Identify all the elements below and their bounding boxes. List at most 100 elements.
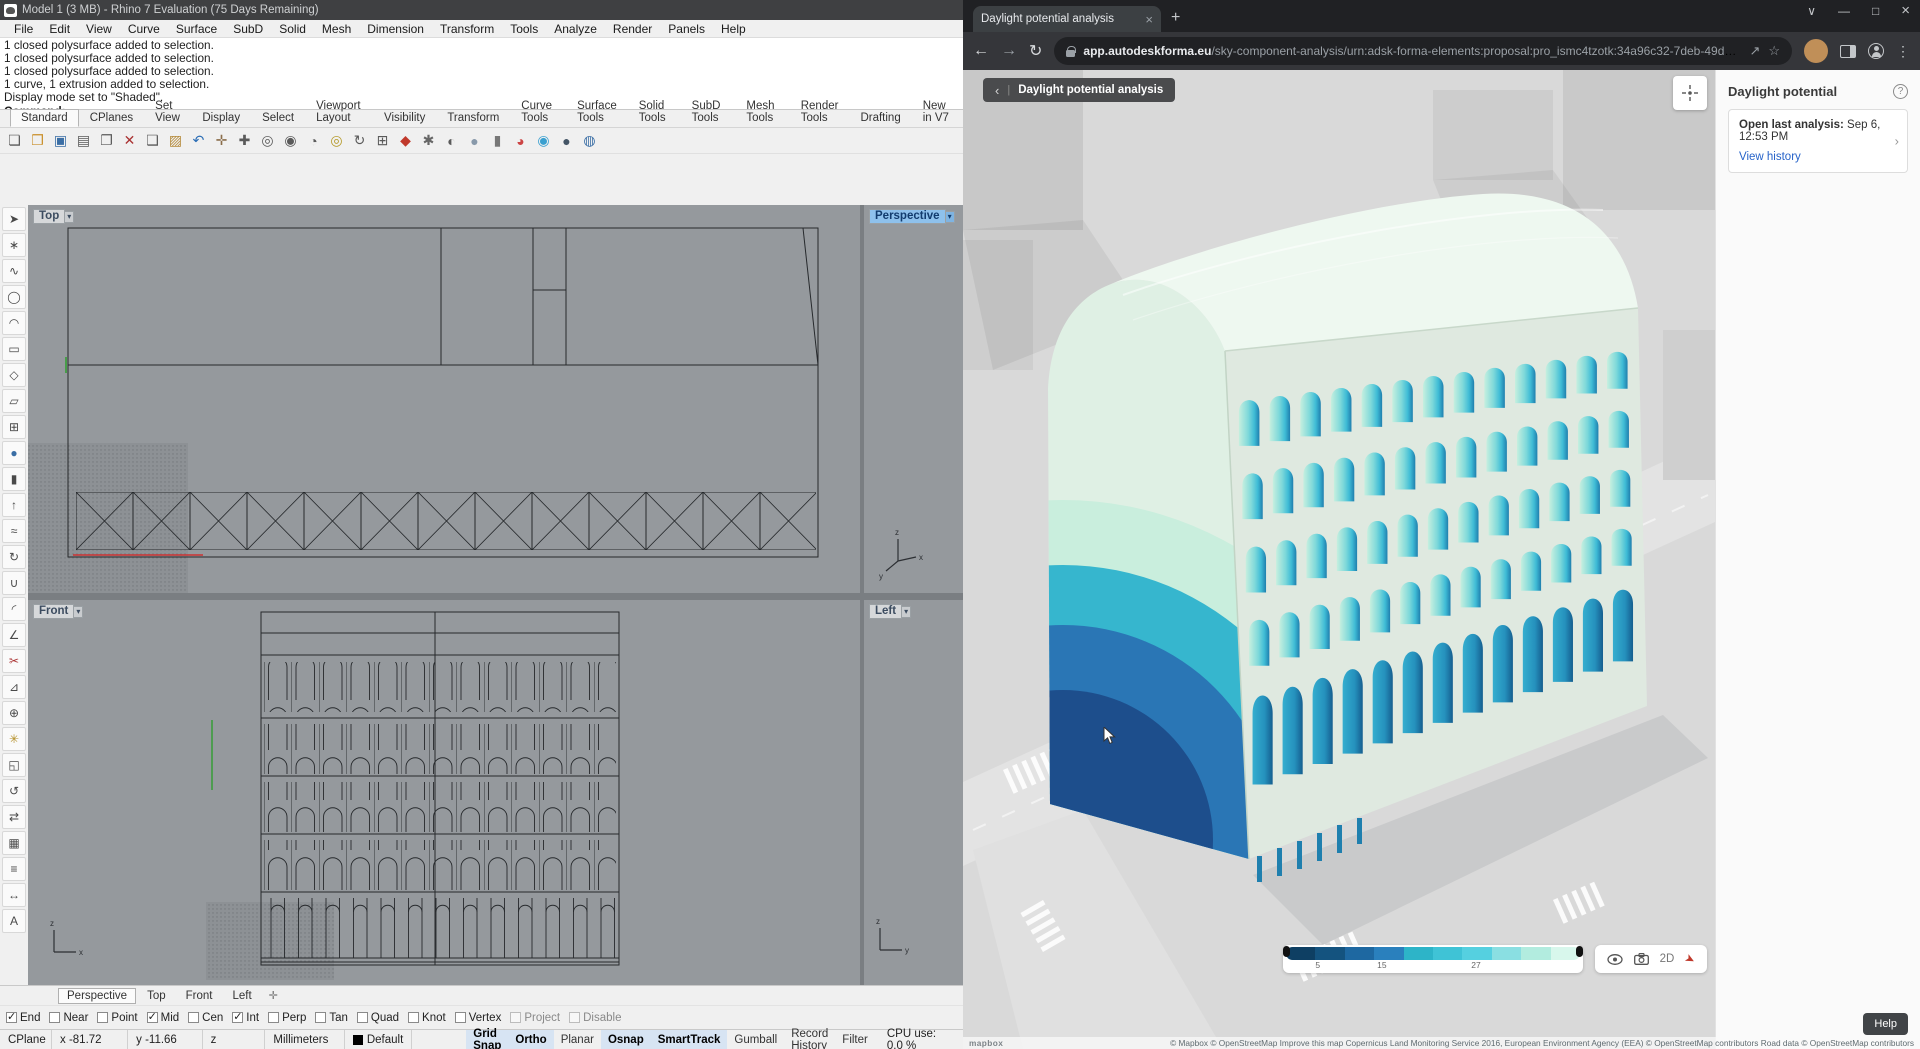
osnap-checkbox[interactable]: Point: [97, 1012, 137, 1024]
toolbar-tab[interactable]: New in V7: [912, 97, 963, 127]
side-panel-icon[interactable]: [1840, 45, 1856, 58]
menu-item[interactable]: Solid: [271, 21, 314, 37]
checkbox-icon[interactable]: [510, 1012, 521, 1023]
osnap-checkbox[interactable]: End: [6, 1012, 40, 1024]
color-wheel-icon[interactable]: ◉: [533, 130, 554, 151]
zoom-icon[interactable]: ◎: [257, 130, 278, 151]
bookmark-star-icon[interactable]: ☆: [1768, 43, 1780, 59]
checkbox-icon[interactable]: [408, 1012, 419, 1023]
profile-icon[interactable]: [1868, 43, 1884, 59]
rotate-tool-icon[interactable]: ↺: [2, 779, 26, 803]
menu-item[interactable]: Edit: [41, 21, 78, 37]
osnap-checkbox[interactable]: Vertex: [455, 1012, 502, 1024]
revolve-tool-icon[interactable]: ↻: [2, 545, 26, 569]
status-toggle[interactable]: Gumball: [727, 1030, 784, 1049]
status-toggle[interactable]: Ortho: [508, 1030, 553, 1049]
toolbar-tab[interactable]: Set View: [144, 97, 191, 127]
checkbox-icon[interactable]: [232, 1012, 243, 1023]
viewport-dropdown-icon[interactable]: ▾: [902, 606, 911, 618]
toolbar-tab[interactable]: Drafting: [849, 109, 911, 127]
toolbar-tab[interactable]: CPlanes: [79, 109, 144, 127]
toolbar-tab[interactable]: Mesh Tools: [735, 97, 789, 127]
toolbar-tab[interactable]: Standard: [10, 109, 79, 127]
checkbox-icon[interactable]: [188, 1012, 199, 1023]
checkbox-icon[interactable]: [455, 1012, 466, 1023]
status-toggle[interactable]: Record History: [784, 1030, 835, 1049]
circle-tool-icon[interactable]: ◯: [2, 285, 26, 309]
toolbar-tab[interactable]: Viewport Layout: [305, 97, 373, 127]
checkbox-icon[interactable]: [6, 1012, 17, 1023]
menu-item[interactable]: Tools: [502, 21, 546, 37]
status-layer[interactable]: Default: [345, 1030, 412, 1049]
viewport-dropdown-icon[interactable]: ▾: [74, 606, 83, 618]
polygon-tool-icon[interactable]: ◇: [2, 363, 26, 387]
viewport-left-label[interactable]: Left▾: [869, 604, 911, 619]
named-views-icon[interactable]: ◆: [395, 130, 416, 151]
cylinder-tool-icon[interactable]: ▮: [2, 467, 26, 491]
share-icon[interactable]: ↗: [1749, 43, 1760, 59]
trim-tool-icon[interactable]: ✂: [2, 649, 26, 673]
chevron-right-icon[interactable]: ›: [1895, 134, 1899, 149]
menu-item[interactable]: Mesh: [314, 21, 359, 37]
browser-menu-icon[interactable]: ⋮: [1896, 43, 1910, 60]
zoom-selected-icon[interactable]: ◎: [326, 130, 347, 151]
new-tab-icon[interactable]: +: [1171, 9, 1180, 27]
menu-item[interactable]: SubD: [225, 21, 271, 37]
osnap-checkbox[interactable]: Perp: [268, 1012, 306, 1024]
toolbar-tab[interactable]: Select: [251, 109, 305, 127]
toolbar-tab[interactable]: Curve Tools: [510, 97, 566, 127]
viewport-layout-icon[interactable]: ⊞: [372, 130, 393, 151]
status-toggle[interactable]: Grid Snap: [466, 1030, 508, 1049]
chamfer-tool-icon[interactable]: ∠: [2, 623, 26, 647]
copy-icon[interactable]: ❑: [142, 130, 163, 151]
loft-tool-icon[interactable]: ≈: [2, 519, 26, 543]
sweep-tool-icon[interactable]: ∪: [2, 571, 26, 595]
toolbar-tab[interactable]: SubD Tools: [681, 97, 736, 127]
help-button[interactable]: Help: [1863, 1013, 1908, 1035]
viewport-left[interactable]: Left▾ z y: [864, 600, 963, 985]
menu-item[interactable]: Curve: [120, 21, 168, 37]
osnap-checkbox[interactable]: Tan: [315, 1012, 348, 1024]
back-chevron-icon[interactable]: ‹: [995, 83, 999, 98]
osnap-checkbox[interactable]: Project: [510, 1012, 560, 1024]
maximize-icon[interactable]: □: [1872, 4, 1879, 18]
back-icon[interactable]: ←: [973, 42, 989, 60]
checkbox-icon[interactable]: [97, 1012, 108, 1023]
forma-canvas[interactable]: ‹ | Daylight potential analysis: [963, 70, 1715, 1049]
array-tool-icon[interactable]: ▦: [2, 831, 26, 855]
mirror-tool-icon[interactable]: ⇄: [2, 805, 26, 829]
viewport-dropdown-icon[interactable]: ▾: [946, 211, 955, 223]
menu-item[interactable]: Render: [605, 21, 660, 37]
undo-icon[interactable]: ↶: [188, 130, 209, 151]
2d-mode-button[interactable]: 2D: [1660, 953, 1675, 965]
cut-icon[interactable]: ✕: [119, 130, 140, 151]
viewport-perspective-label[interactable]: Perspective▾: [869, 209, 955, 224]
menu-item[interactable]: Dimension: [359, 21, 432, 37]
analysis-breadcrumb[interactable]: ‹ | Daylight potential analysis: [983, 78, 1175, 102]
osnap-checkbox[interactable]: Cen: [188, 1012, 223, 1024]
fillet-tool-icon[interactable]: ◜: [2, 597, 26, 621]
close-icon[interactable]: ×: [1901, 2, 1910, 19]
viewport-top[interactable]: Top▾: [28, 205, 860, 593]
viewport-perspective[interactable]: Perspective▾ z x y: [864, 205, 963, 593]
checkbox-icon[interactable]: [147, 1012, 158, 1023]
rectangle-tool-icon[interactable]: ▭: [2, 337, 26, 361]
address-bar[interactable]: app.autodeskforma.eu/sky-component-analy…: [1054, 37, 1792, 65]
osnap-checkbox[interactable]: Quad: [357, 1012, 399, 1024]
menu-item[interactable]: Surface: [168, 21, 225, 37]
osnap-checkbox[interactable]: Near: [49, 1012, 88, 1024]
toolbar-tab[interactable]: Render Tools: [790, 97, 850, 127]
checkbox-icon[interactable]: [357, 1012, 368, 1023]
toolbar-tab[interactable]: Display: [191, 109, 251, 127]
viewport-dropdown-icon[interactable]: ▾: [65, 211, 74, 223]
avatar[interactable]: [1804, 39, 1828, 63]
menu-item[interactable]: View: [78, 21, 120, 37]
osnap-checkbox[interactable]: Mid: [147, 1012, 180, 1024]
menu-item[interactable]: Transform: [432, 21, 502, 37]
help-circle-icon[interactable]: ?: [1893, 84, 1908, 99]
toolbar-tab[interactable]: Transform: [436, 109, 510, 127]
split-tool-icon[interactable]: ⊿: [2, 675, 26, 699]
last-analysis-card[interactable]: Open last analysis: Sep 6, 12:53 PM View…: [1728, 109, 1908, 173]
pan-icon[interactable]: ✛: [211, 130, 232, 151]
browser-tab[interactable]: Daylight potential analysis ×: [973, 6, 1161, 32]
